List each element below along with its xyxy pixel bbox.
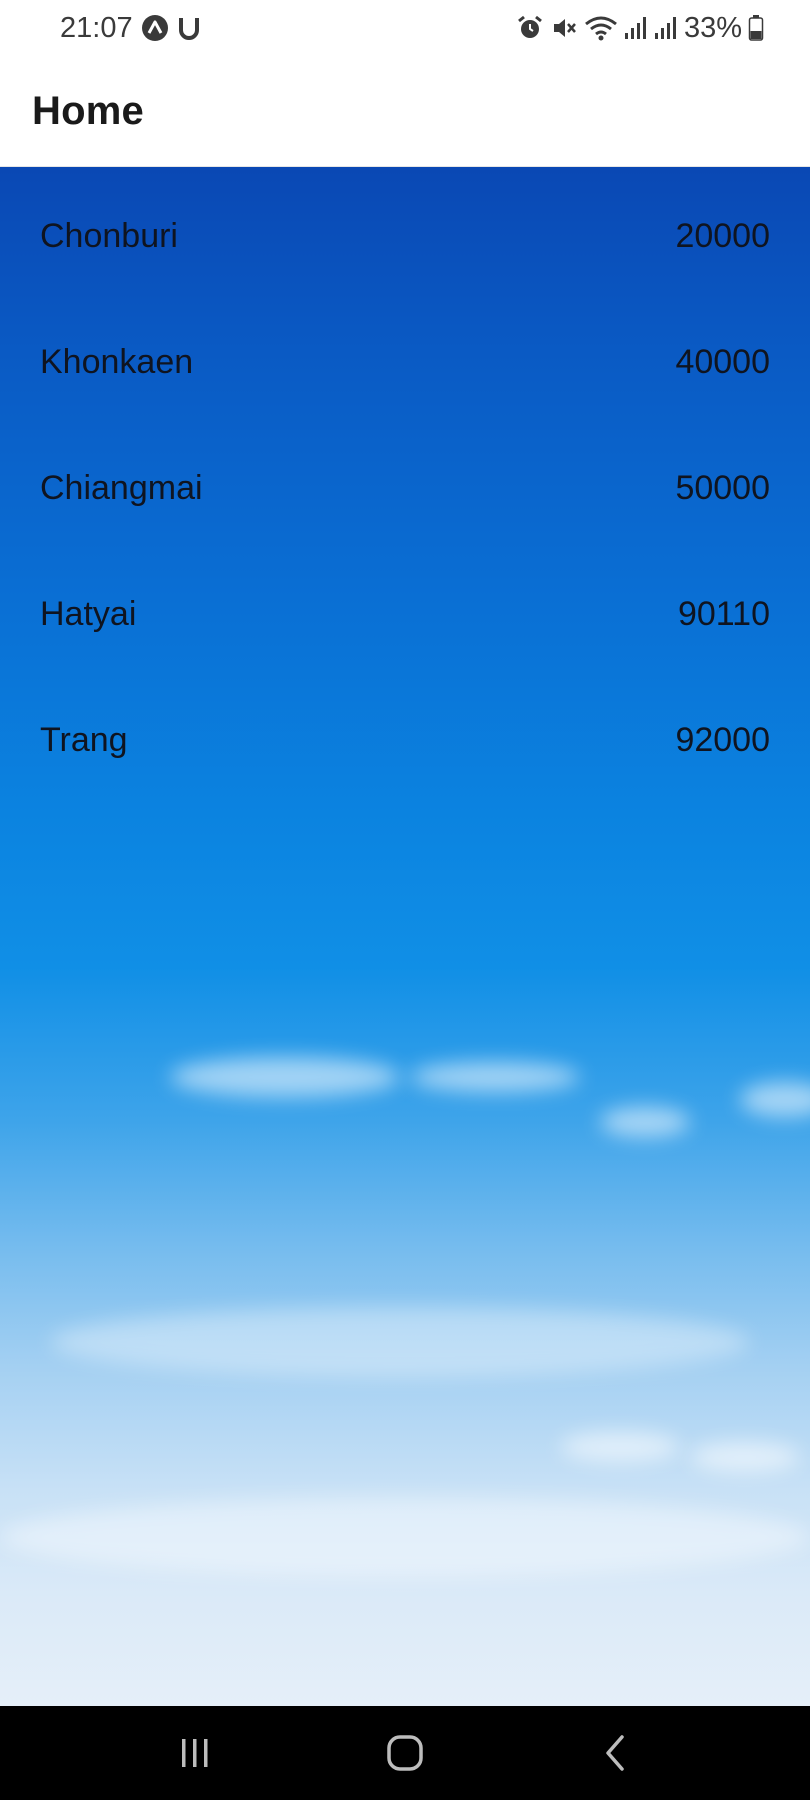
list-item[interactable]: Trang 92000	[0, 677, 810, 803]
battery-percent: 33%	[683, 11, 742, 44]
signal-icon	[624, 15, 648, 41]
app-u-icon	[177, 15, 201, 41]
page-title: Home	[32, 88, 144, 133]
postal-code: 92000	[675, 720, 770, 759]
city-name: Hatyai	[40, 594, 137, 633]
status-right: 33%	[516, 12, 764, 45]
alarm-icon	[516, 14, 544, 42]
postal-code: 50000	[675, 468, 770, 507]
recent-apps-button[interactable]	[150, 1718, 240, 1788]
postal-code: 90110	[677, 594, 770, 633]
home-icon	[387, 1735, 423, 1771]
cloud	[410, 1062, 580, 1092]
app-bar: Home	[0, 56, 810, 167]
cloud	[690, 1442, 800, 1472]
city-name: Chiangmai	[40, 468, 203, 507]
cloud	[600, 1107, 690, 1137]
signal-icon	[654, 15, 678, 41]
wifi-icon	[584, 14, 618, 42]
cloud	[170, 1057, 400, 1097]
app-a-icon	[141, 14, 169, 42]
recent-apps-icon	[182, 1739, 208, 1767]
postal-code: 40000	[675, 342, 770, 381]
cloud	[50, 1307, 750, 1377]
back-button[interactable]	[570, 1718, 660, 1788]
system-nav-bar	[0, 1706, 810, 1800]
list-item[interactable]: Hatyai 90110	[0, 551, 810, 677]
cloud	[740, 1082, 810, 1117]
status-time: 21:07	[60, 11, 133, 44]
status-left: 21:07	[60, 12, 201, 45]
cloud	[0, 1497, 810, 1577]
postal-code: 20000	[675, 216, 770, 255]
city-list: Chonburi 20000 Khonkaen 40000 Chiangmai …	[0, 167, 810, 803]
city-name: Khonkaen	[40, 342, 194, 381]
home-button[interactable]	[360, 1718, 450, 1788]
list-item[interactable]: Khonkaen 40000	[0, 299, 810, 425]
status-bar: 21:07 33%	[0, 0, 810, 56]
city-name: Chonburi	[40, 216, 178, 255]
city-name: Trang	[40, 720, 128, 759]
phone-screen: 21:07 33% Home Chonburi 20000 Khonkaen 4…	[0, 0, 810, 1800]
cloud	[560, 1432, 680, 1462]
back-icon	[606, 1735, 624, 1771]
sky-background: Chonburi 20000 Khonkaen 40000 Chiangmai …	[0, 167, 810, 1706]
list-item[interactable]: Chiangmai 50000	[0, 425, 810, 551]
list-item[interactable]: Chonburi 20000	[0, 167, 810, 299]
mute-icon	[550, 14, 578, 42]
battery-icon	[748, 14, 764, 42]
